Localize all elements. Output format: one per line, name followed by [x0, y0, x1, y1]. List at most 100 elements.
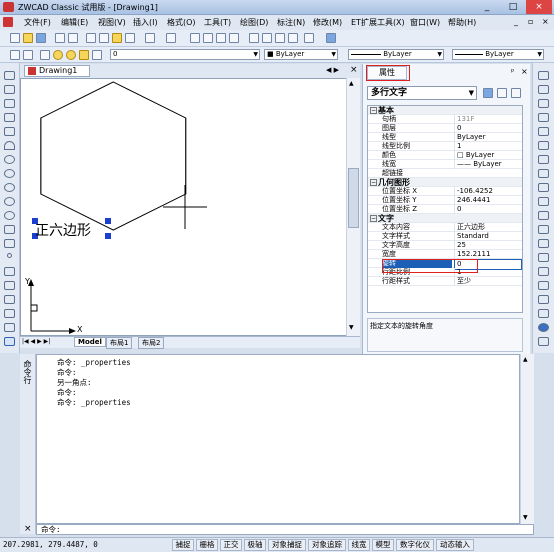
model-toggle[interactable]: 模型	[372, 539, 394, 551]
prop-row-hyperlink[interactable]: 超链接	[368, 169, 522, 178]
menu-file[interactable]: 文件(F)	[24, 17, 51, 28]
prop-row-contents[interactable]: 文本内容 正六边形	[368, 223, 522, 232]
lineweight-toggle[interactable]: 线宽	[348, 539, 370, 551]
tool-palettes-icon[interactable]	[275, 33, 285, 43]
multiline-text-icon[interactable]	[4, 323, 15, 332]
quick-select-icon[interactable]	[511, 88, 521, 98]
layer-lock-icon[interactable]	[79, 50, 89, 60]
ellipse-arc-icon[interactable]	[4, 211, 15, 220]
trim-icon[interactable]	[538, 197, 549, 206]
close-button[interactable]: ×	[526, 0, 552, 14]
undo-icon[interactable]	[145, 33, 155, 43]
calculator-icon[interactable]	[304, 33, 314, 43]
zoom-realtime-icon[interactable]	[203, 33, 213, 43]
collapse-icon[interactable]: −	[370, 179, 377, 186]
menu-help[interactable]: 帮助(H)	[448, 17, 476, 28]
pan-icon[interactable]	[190, 33, 200, 43]
scroll-thumb[interactable]	[348, 168, 359, 228]
circle-icon[interactable]	[4, 155, 15, 164]
ellipse-icon[interactable]	[4, 197, 15, 206]
layout-nav-arrows[interactable]: |◀ ◀ ▶ ▶|	[22, 338, 50, 345]
stretch-icon[interactable]	[538, 183, 549, 192]
new-file-icon[interactable]	[10, 33, 20, 43]
properties-icon[interactable]	[249, 33, 259, 43]
prop-row-linetype[interactable]: 线型 ByLayer	[368, 133, 522, 142]
prop-row-color[interactable]: 颜色 □ ByLayer	[368, 151, 522, 160]
doc-restore-button[interactable]: ▫	[528, 17, 533, 26]
lengthen-icon[interactable]	[538, 295, 549, 304]
extend-icon[interactable]	[538, 211, 549, 220]
collapse-icon[interactable]: −	[370, 215, 377, 222]
menu-view[interactable]: 视图(V)	[98, 17, 126, 28]
layer-manager-icon[interactable]	[10, 50, 20, 60]
fillet-icon[interactable]	[538, 267, 549, 276]
zoom-previous-icon[interactable]	[229, 33, 239, 43]
menu-draw[interactable]: 绘图(D)	[240, 17, 268, 28]
mirror-icon[interactable]	[538, 99, 549, 108]
chamfer-icon[interactable]	[538, 253, 549, 262]
break-icon[interactable]	[538, 225, 549, 234]
prop-row-linetype-scale[interactable]: 线型比例 1	[368, 142, 522, 151]
move-icon[interactable]	[538, 141, 549, 150]
print-preview-icon[interactable]	[68, 33, 78, 43]
scroll-down-icon[interactable]: ▼	[523, 514, 528, 521]
polar-toggle[interactable]: 极轴	[244, 539, 266, 551]
array-icon[interactable]	[538, 127, 549, 136]
object-type-select[interactable]: 多行文字 ▼	[367, 86, 477, 100]
collapse-icon[interactable]: −	[370, 107, 377, 114]
line-icon[interactable]	[4, 71, 15, 80]
polyline-icon[interactable]	[4, 99, 15, 108]
hexagon-label-text[interactable]: 正六边形	[35, 220, 91, 240]
prop-row-height[interactable]: 文字高度 25	[368, 241, 522, 250]
copy-icon[interactable]	[99, 33, 109, 43]
menu-et-tools[interactable]: ET扩展工具(X)	[351, 17, 405, 28]
drawing-canvas[interactable]: 正六边形 Y X	[20, 78, 360, 336]
osnap-toggle[interactable]: 对象捕捉	[268, 539, 306, 551]
prop-row-position-x[interactable]: 位置坐标 X -106.4252	[368, 187, 522, 196]
prop-row-handle[interactable]: 句柄 131F	[368, 115, 522, 124]
spline-icon[interactable]	[4, 183, 15, 192]
table-grid-icon[interactable]	[4, 337, 15, 346]
insert-block-icon[interactable]	[4, 225, 15, 234]
open-file-icon[interactable]	[23, 33, 33, 43]
layer-color-icon[interactable]	[92, 50, 102, 60]
prop-row-lineweight[interactable]: 线宽 —— ByLayer	[368, 160, 522, 169]
category-geometry[interactable]: − 几何图形	[368, 178, 522, 187]
prop-row-position-z[interactable]: 位置坐标 Z 0	[368, 205, 522, 214]
doc-minimize-button[interactable]: _	[514, 17, 518, 26]
scroll-up-icon[interactable]: ▲	[349, 80, 354, 87]
ortho-toggle[interactable]: 正交	[220, 539, 242, 551]
make-block-icon[interactable]	[4, 239, 15, 248]
doc-close-button[interactable]: ×	[542, 17, 549, 26]
toggle-pickadd-icon[interactable]	[483, 88, 493, 98]
menu-edit[interactable]: 编辑(E)	[61, 17, 88, 28]
region-icon[interactable]	[4, 295, 15, 304]
scale-icon[interactable]	[538, 169, 549, 178]
paste-icon[interactable]	[112, 33, 122, 43]
blend-icon[interactable]	[538, 323, 549, 332]
panel-pin-icon[interactable]: ᵖ	[511, 67, 514, 76]
layer-freeze-sun-icon[interactable]	[66, 50, 76, 60]
edit-polyline-icon[interactable]	[538, 309, 549, 318]
command-input[interactable]: 命令:	[36, 524, 534, 535]
prop-row-style[interactable]: 文字样式 Standard	[368, 232, 522, 241]
polygon-icon[interactable]	[4, 113, 15, 122]
prop-row-width[interactable]: 宽度 152.2111	[368, 250, 522, 259]
minimize-button[interactable]: _	[474, 0, 500, 14]
point-icon[interactable]	[7, 253, 12, 258]
grid-toggle[interactable]: 栅格	[196, 539, 218, 551]
scroll-down-icon[interactable]: ▼	[349, 324, 354, 331]
copy-object-icon[interactable]	[538, 85, 549, 94]
command-close-icon[interactable]: ×	[24, 524, 32, 534]
prop-row-layer[interactable]: 图层 0	[368, 124, 522, 133]
explode-icon[interactable]	[538, 281, 549, 290]
erase-icon[interactable]	[538, 71, 549, 80]
sheet-set-icon[interactable]	[288, 33, 298, 43]
offset-icon[interactable]	[538, 113, 549, 122]
join-icon[interactable]	[538, 239, 549, 248]
scroll-up-icon[interactable]: ▲	[523, 356, 528, 363]
tab-model[interactable]: Model	[74, 337, 106, 347]
help-icon[interactable]	[326, 33, 336, 43]
tablet-toggle[interactable]: 数字化仪	[396, 539, 434, 551]
layer-state-icon[interactable]	[40, 50, 50, 60]
